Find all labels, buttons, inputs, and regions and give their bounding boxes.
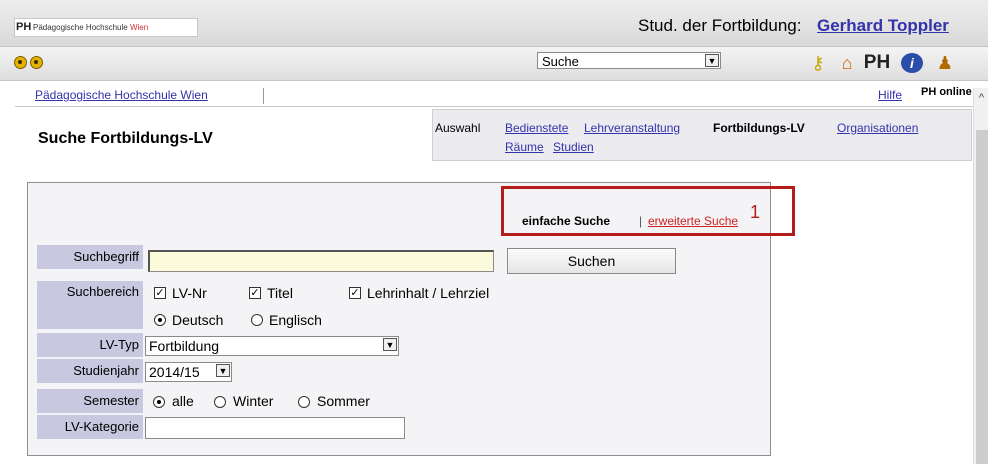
tab-organisationen[interactable]: Organisationen <box>837 121 918 135</box>
back-icon[interactable] <box>14 56 27 69</box>
auswahl-panel: Auswahl Bedienstete Lehrveranstaltung Fo… <box>432 109 972 161</box>
lvkategorie-label: LV-Kategorie <box>37 415 143 439</box>
user-role-label: Stud. der Fortbildung: <box>638 16 802 35</box>
forward-icon[interactable] <box>30 56 43 69</box>
breadcrumb: Pädagogische Hochschule Wien Hilfe PH on… <box>15 86 973 106</box>
winter-radio[interactable] <box>214 396 226 408</box>
logo: PH Pädagogische Hochschule Wien <box>14 18 198 37</box>
chevron-down-icon[interactable]: ▼ <box>383 338 397 351</box>
lvtyp-value: Fortbildung <box>149 338 220 354</box>
sommer-radio[interactable] <box>298 396 310 408</box>
breadcrumb-divider <box>263 88 264 104</box>
studienjahr-value: 2014/15 <box>149 364 200 380</box>
englisch-option-label: Englisch <box>269 312 322 328</box>
title-panel: Suche Fortbildungs-LV Auswahl Bedienstet… <box>15 106 973 167</box>
chevron-down-icon[interactable]: ▼ <box>216 364 230 377</box>
info-icon[interactable]: i <box>901 53 923 73</box>
search-input[interactable] <box>148 250 494 272</box>
lvnr-checkbox[interactable]: ✓ <box>154 287 166 299</box>
winter-option-label: Winter <box>233 393 274 409</box>
toolbar: Suche ▼ ⚷ ⌂ PH i ♟ <box>0 47 988 81</box>
scroll-thumb[interactable] <box>976 130 988 464</box>
logo-text: Pädagogische Hochschule <box>33 23 128 32</box>
vertical-scrollbar[interactable]: ^ <box>973 88 988 464</box>
key-icon[interactable]: ⚷ <box>806 52 830 74</box>
search-select-value: Suche <box>542 54 579 69</box>
page-title: Suche Fortbildungs-LV <box>38 130 213 147</box>
lvtyp-select[interactable]: Fortbildung ▼ <box>145 336 399 356</box>
auswahl-label: Auswahl <box>435 121 481 135</box>
ph-wien-icon[interactable]: PH <box>863 52 891 74</box>
tab-studien[interactable]: Studien <box>553 140 594 154</box>
users-icon[interactable]: ♟ <box>932 52 958 74</box>
titel-checkbox[interactable]: ✓ <box>249 287 261 299</box>
alle-radio[interactable] <box>153 396 165 408</box>
semester-label: Semester <box>37 389 143 413</box>
breadcrumb-home[interactable]: Pädagogische Hochschule Wien <box>35 88 208 102</box>
logo-accent: Wien <box>129 23 149 32</box>
home-icon[interactable]: ⌂ <box>836 52 858 74</box>
tab-fortbildungs-lv: Fortbildungs-LV <box>713 121 805 135</box>
suchbegriff-label: Suchbegriff <box>37 245 143 269</box>
englisch-radio[interactable] <box>251 314 263 326</box>
deutsch-option-label: Deutsch <box>172 312 224 328</box>
suchbereich-label: Suchbereich <box>37 281 143 329</box>
suchen-button[interactable]: Suchen <box>507 248 676 274</box>
lvnr-option-label: LV-Nr <box>172 285 207 301</box>
tab-bedienstete[interactable]: Bedienstete <box>505 121 568 135</box>
studienjahr-select[interactable]: 2014/15 ▼ <box>145 362 232 382</box>
sommer-option-label: Sommer <box>317 393 370 409</box>
logo-mark: PH <box>16 21 32 33</box>
deutsch-radio[interactable] <box>154 314 166 326</box>
titel-option-label: Titel <box>267 285 293 301</box>
chevron-up-icon[interactable]: ^ <box>974 92 988 106</box>
tab-lehrveranstaltung[interactable]: Lehrveranstaltung <box>584 121 680 135</box>
lvkategorie-input[interactable] <box>145 417 405 439</box>
user-name-link[interactable]: Gerhard Toppler <box>817 16 949 36</box>
alle-option-label: alle <box>172 393 194 409</box>
search-select[interactable]: Suche ▼ <box>537 52 721 69</box>
chevron-down-icon[interactable]: ▼ <box>705 54 719 67</box>
lvtyp-label: LV-Typ <box>37 333 143 357</box>
lehrinhalt-checkbox[interactable]: ✓ <box>349 287 361 299</box>
top-header: PH Pädagogische Hochschule Wien Stud. de… <box>0 0 988 47</box>
annotation-marker: 1 <box>750 202 761 222</box>
studienjahr-label: Studienjahr <box>37 359 143 383</box>
lehrinhalt-option-label: Lehrinhalt / Lehrziel <box>367 285 490 301</box>
tab-raeume[interactable]: Räume <box>505 140 544 154</box>
help-link[interactable]: Hilfe <box>878 88 902 102</box>
phonline-logo: PH online <box>921 86 972 98</box>
